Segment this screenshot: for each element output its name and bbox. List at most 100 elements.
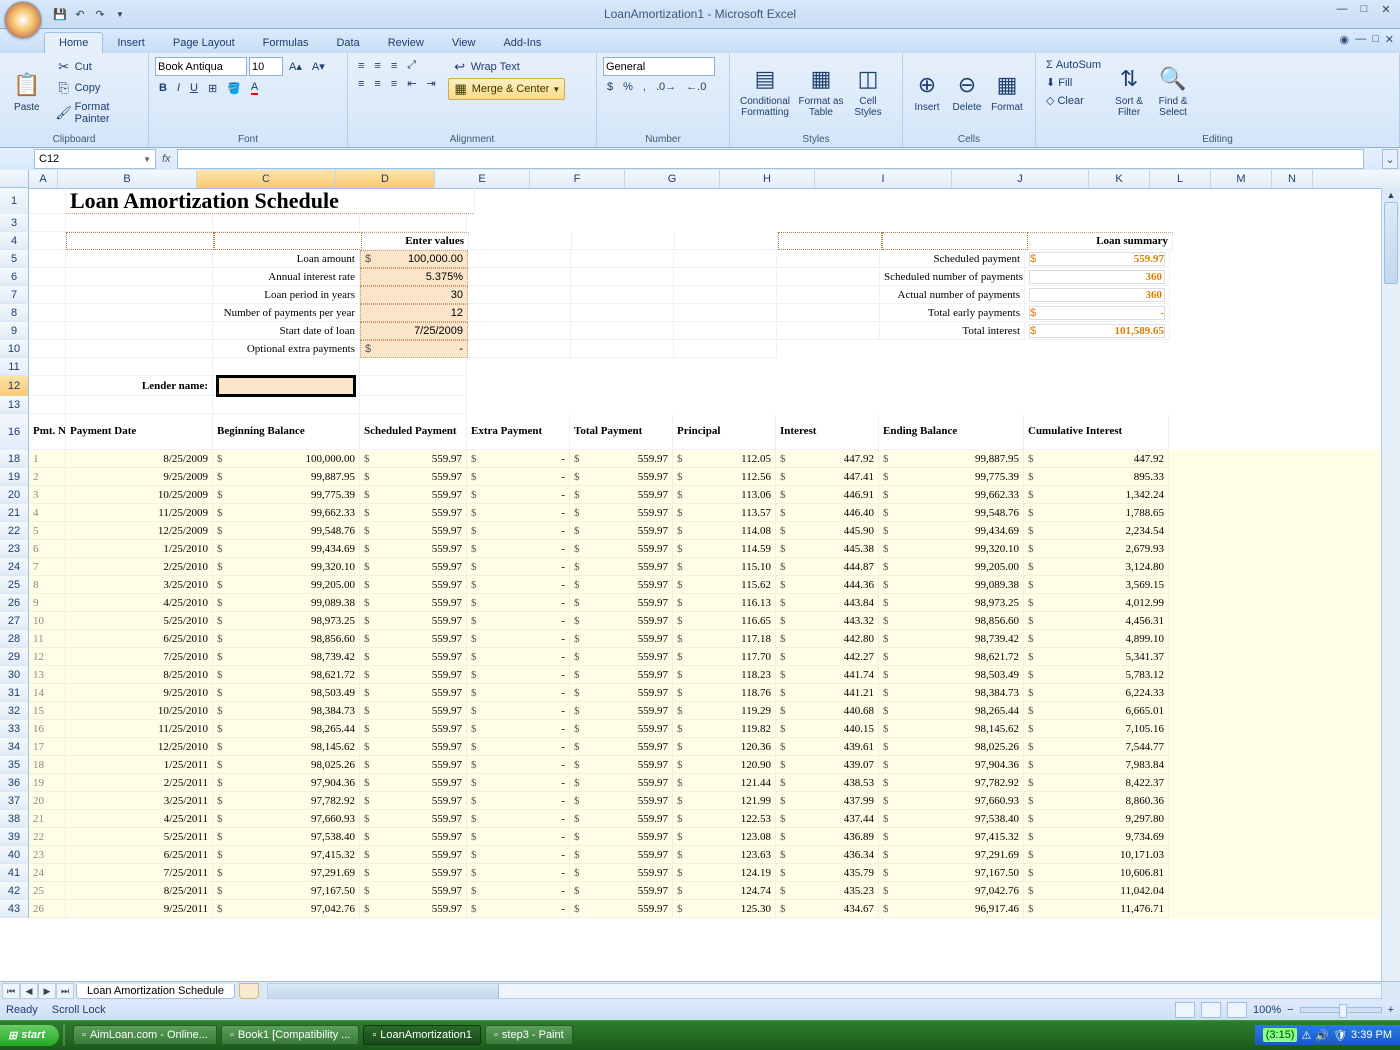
cell[interactable]: 1 xyxy=(29,450,66,468)
cell[interactable] xyxy=(29,232,66,250)
cell[interactable]: Annual interest rate xyxy=(213,268,360,286)
cell[interactable]: $444.36 xyxy=(776,576,879,594)
col-header-F[interactable]: F xyxy=(530,170,625,188)
wrap-text-button[interactable]: ↩Wrap Text xyxy=(448,57,566,77)
cell[interactable] xyxy=(29,214,66,232)
cell[interactable]: $559.97 xyxy=(360,702,467,720)
decrease-indent-icon[interactable]: ⇤ xyxy=(403,75,420,92)
cell[interactable] xyxy=(882,232,1028,250)
cell[interactable]: $- xyxy=(467,828,570,846)
scroll-up-icon[interactable]: ▲ xyxy=(1382,188,1400,202)
cell[interactable]: $98,025.26 xyxy=(879,738,1024,756)
cell[interactable]: 8/25/2010 xyxy=(66,666,213,684)
cell[interactable]: $559.97 xyxy=(570,846,673,864)
cell[interactable]: 10/25/2010 xyxy=(66,702,213,720)
autosum-button[interactable]: Σ AutoSum xyxy=(1042,57,1105,73)
cell[interactable]: $435.79 xyxy=(776,864,879,882)
redo-icon[interactable]: ↷ xyxy=(92,6,108,22)
cell[interactable] xyxy=(66,396,213,414)
col-header-L[interactable]: L xyxy=(1150,170,1211,188)
cell[interactable]: 11/25/2010 xyxy=(66,720,213,738)
col-header-D[interactable]: D xyxy=(336,170,435,188)
cell[interactable]: $- xyxy=(467,450,570,468)
cell[interactable]: $123.08 xyxy=(673,828,776,846)
cell[interactable]: $99,662.33 xyxy=(213,504,360,522)
vertical-scrollbar[interactable]: ▲ ▼ xyxy=(1381,188,1400,1002)
cell[interactable]: $- xyxy=(467,468,570,486)
cell[interactable]: $559.97 xyxy=(1025,250,1170,268)
cell[interactable]: $97,904.36 xyxy=(213,774,360,792)
cell[interactable]: 9 xyxy=(29,594,66,612)
select-all-corner[interactable] xyxy=(0,170,29,188)
cell[interactable]: $124.19 xyxy=(673,864,776,882)
cell[interactable]: $97,660.93 xyxy=(879,792,1024,810)
cell[interactable]: $559.97 xyxy=(570,756,673,774)
tab-home[interactable]: Home xyxy=(44,32,103,53)
cell[interactable]: $559.97 xyxy=(360,774,467,792)
align-middle-icon[interactable]: ≡ xyxy=(370,58,384,74)
tab-formulas[interactable]: Formulas xyxy=(249,33,323,53)
cell[interactable]: $118.23 xyxy=(673,666,776,684)
cell[interactable] xyxy=(571,268,674,286)
cell[interactable]: $895.33 xyxy=(1024,468,1169,486)
cell[interactable]: $559.97 xyxy=(360,882,467,900)
row-header[interactable]: 19 xyxy=(0,468,29,486)
cell[interactable]: 15 xyxy=(29,702,66,720)
cell[interactable]: $- xyxy=(467,594,570,612)
cell[interactable]: $- xyxy=(467,504,570,522)
cell[interactable]: $559.97 xyxy=(360,630,467,648)
cell[interactable]: $96,917.46 xyxy=(879,900,1024,918)
cell[interactable] xyxy=(29,286,66,304)
clear-button[interactable]: ◇ Clear xyxy=(1042,92,1105,109)
cell[interactable]: $99,662.33 xyxy=(879,486,1024,504)
taskbar-item[interactable]: ▫step3 - Paint xyxy=(485,1025,573,1045)
row-header[interactable]: 9 xyxy=(0,322,29,340)
cell[interactable]: $11,042.04 xyxy=(1024,882,1169,900)
cell[interactable] xyxy=(777,268,880,286)
cell[interactable]: 3/25/2010 xyxy=(66,576,213,594)
cell[interactable]: $112.05 xyxy=(673,450,776,468)
cell[interactable]: $559.97 xyxy=(360,504,467,522)
cell[interactable]: $- xyxy=(467,810,570,828)
cell[interactable]: $559.97 xyxy=(570,684,673,702)
cell[interactable]: $6,665.01 xyxy=(1024,702,1169,720)
taskbar-item[interactable]: ▫LoanAmortization1 xyxy=(363,1025,481,1045)
cell[interactable]: $97,782.92 xyxy=(213,792,360,810)
cell[interactable]: $97,660.93 xyxy=(213,810,360,828)
cell[interactable]: Scheduled number of payments xyxy=(880,268,1025,286)
cell[interactable]: $- xyxy=(467,720,570,738)
cell[interactable] xyxy=(360,358,467,376)
cell[interactable]: $121.99 xyxy=(673,792,776,810)
cell[interactable]: $120.90 xyxy=(673,756,776,774)
cell[interactable]: $125.30 xyxy=(673,900,776,918)
cell[interactable]: $97,042.76 xyxy=(879,882,1024,900)
cell[interactable]: $9,734.69 xyxy=(1024,828,1169,846)
cell[interactable]: $115.10 xyxy=(673,558,776,576)
insert-button[interactable]: ⊕Insert xyxy=(909,57,945,127)
cell[interactable]: $99,548.76 xyxy=(879,504,1024,522)
cell[interactable]: $97,415.32 xyxy=(213,846,360,864)
row-header[interactable]: 4 xyxy=(0,232,29,250)
col-header-M[interactable]: M xyxy=(1211,170,1272,188)
cell[interactable] xyxy=(675,232,778,250)
cell[interactable] xyxy=(360,396,467,414)
cell[interactable]: 3/25/2011 xyxy=(66,792,213,810)
zoom-in-icon[interactable]: + xyxy=(1388,1004,1394,1016)
font-size-input[interactable] xyxy=(249,57,283,76)
cell[interactable] xyxy=(777,322,880,340)
cell[interactable]: $442.80 xyxy=(776,630,879,648)
row-header[interactable]: 37 xyxy=(0,792,29,810)
format-button[interactable]: ▦Format xyxy=(989,57,1025,127)
cell[interactable] xyxy=(674,268,777,286)
cell-styles-button[interactable]: ◫Cell Styles xyxy=(848,57,888,127)
normal-view-icon[interactable] xyxy=(1175,1002,1195,1018)
cell[interactable]: 6/25/2011 xyxy=(66,846,213,864)
cell[interactable]: 8/25/2009 xyxy=(66,450,213,468)
comma-icon[interactable]: , xyxy=(639,79,650,95)
spreadsheet-grid[interactable]: ABCDEFGHIJKLMN 1Loan Amortization Schedu… xyxy=(0,170,1400,1002)
cell[interactable] xyxy=(571,340,674,358)
cell[interactable]: 12/25/2010 xyxy=(66,738,213,756)
cell[interactable] xyxy=(360,214,467,232)
cell[interactable]: $113.57 xyxy=(673,504,776,522)
cell[interactable]: $559.97 xyxy=(570,648,673,666)
